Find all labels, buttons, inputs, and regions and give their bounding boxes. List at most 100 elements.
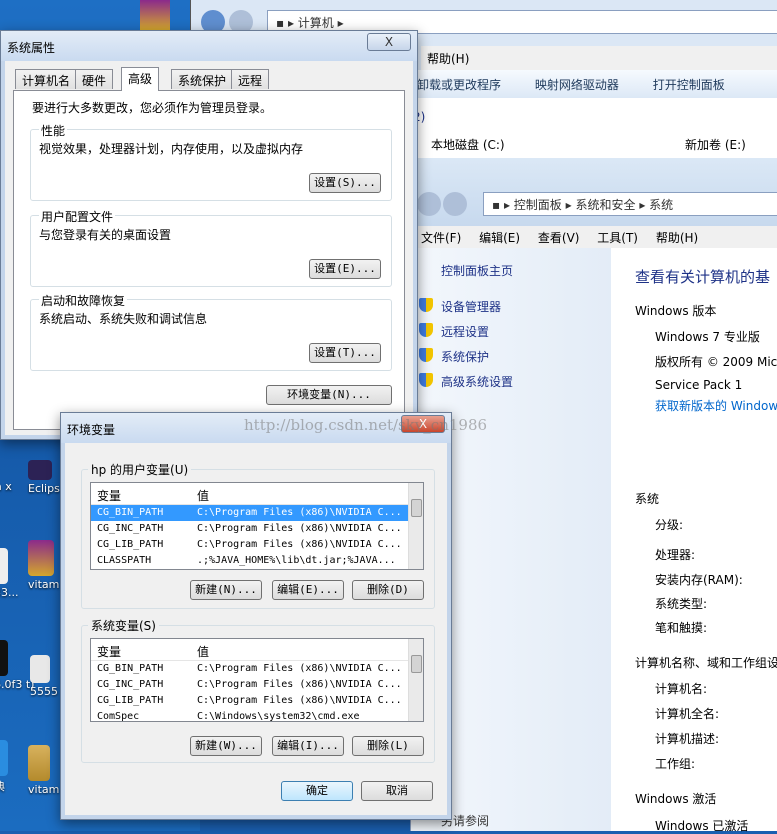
user-delete-button[interactable]: 删除(D) <box>352 580 424 600</box>
description-label: 计算机描述: <box>655 732 720 746</box>
performance-label: 性能 <box>39 122 68 139</box>
user-variables-group: hp 的用户变量(U) 变量 值 CG_BIN_PATH C:\Program F… <box>81 461 435 609</box>
shield-icon <box>419 298 433 312</box>
dialog-title: 系统属性 <box>7 41 56 55</box>
user-variables-list[interactable]: 变量 值 CG_BIN_PATH C:\Program Files (x86)\N… <box>90 482 424 570</box>
environment-variables-button[interactable]: 环境变量(N)... <box>266 385 392 405</box>
system-protection-link[interactable]: 系统保护 <box>441 348 489 365</box>
list-item[interactable]: CG_INC_PATH C:\Program Files (x86)\NVIDIA… <box>91 677 423 693</box>
list-item[interactable]: CG_INC_PATH C:\Program Files (x86)\NVIDIA… <box>91 521 423 537</box>
close-button[interactable]: X <box>367 33 411 51</box>
cp-menu-bar: 文件(F) 编辑(E) 查看(V) 工具(T) 帮助(H) <box>411 226 777 248</box>
menu-view[interactable]: 查看(V) <box>538 231 580 245</box>
environment-variables-dialog: 环境变量 X hp 的用户变量(U) 变量 值 CG_BIN_PATH C:\Pr… <box>60 412 452 820</box>
eclipse-icon <box>28 460 52 480</box>
activated-status: Windows 已激活 <box>655 819 749 833</box>
cp-navbar: ▪ ▸ 控制面板 ▸ 系统和安全 ▸ 系统 <box>411 158 777 226</box>
col-value[interactable]: 值 <box>197 487 209 504</box>
startup-settings-button[interactable]: 设置(T)... <box>309 343 381 363</box>
menu-tools[interactable]: 工具(T) <box>597 231 638 245</box>
tab-system-protection[interactable]: 系统保护 <box>171 69 234 89</box>
control-panel-icon: ▪ ▸ <box>492 198 514 212</box>
advanced-settings-link[interactable]: 高级系统设置 <box>441 373 513 390</box>
col-value[interactable]: 值 <box>197 643 209 660</box>
drive-c[interactable]: 本地磁盘 (C:) <box>431 136 505 153</box>
user-edit-button[interactable]: 编辑(E)... <box>272 580 344 600</box>
scrollbar[interactable] <box>408 483 423 569</box>
system-properties-dialog: 系统属性 X 计算机名 硬件 高级 系统保护 远程 要进行大多数更改，您必须作为… <box>0 30 418 440</box>
menu-edit[interactable]: 编辑(E) <box>479 231 520 245</box>
forward-icon[interactable] <box>443 192 467 216</box>
drive-e[interactable]: 新加卷 (E:) <box>685 136 746 153</box>
windows-edition-heading: Windows 版本 <box>635 304 717 318</box>
document-icon <box>30 655 50 683</box>
menu-help[interactable]: 帮助(H) <box>427 52 469 66</box>
dialog-title: 环境变量 <box>67 423 116 437</box>
menu-file[interactable]: 文件(F) <box>421 231 461 245</box>
list-item[interactable]: CG_BIN_PATH C:\Program Files (x86)\NVIDIA… <box>91 661 423 677</box>
menu-help[interactable]: 帮助(H) <box>656 231 698 245</box>
ram-label: 安装内存(RAM): <box>655 573 743 587</box>
desktop-icon-33[interactable]: 33... <box>0 548 54 599</box>
tab-hardware[interactable]: 硬件 <box>75 69 114 89</box>
shield-icon <box>419 348 433 362</box>
cp-address-bar[interactable]: ▪ ▸ 控制面板 ▸ 系统和安全 ▸ 系统 <box>483 192 777 216</box>
profile-desc: 与您登录有关的桌面设置 <box>39 228 172 242</box>
system-edit-button[interactable]: 编辑(I)... <box>272 736 344 756</box>
file-icon <box>0 548 8 584</box>
col-variable[interactable]: 变量 <box>97 643 121 660</box>
performance-settings-button[interactable]: 设置(S)... <box>309 173 381 193</box>
performance-group: 性能 视觉效果，处理器计划，内存使用，以及虚拟内存 设置(S)... <box>30 122 392 201</box>
unity-icon <box>0 640 8 676</box>
tab-computer-name[interactable]: 计算机名 <box>15 69 78 89</box>
list-item[interactable]: ComSpec C:\Windows\system32\cmd.exe <box>91 709 423 721</box>
user-new-button[interactable]: 新建(N)... <box>190 580 262 600</box>
tab-panel: 要进行大多数更改，您必须作为管理员登录。 性能 视觉效果，处理器计划，内存使用，… <box>13 90 405 430</box>
breadcrumb-control-panel[interactable]: 控制面板 <box>514 198 562 212</box>
processor-label: 处理器: <box>655 548 696 562</box>
profile-settings-button[interactable]: 设置(E)... <box>309 259 381 279</box>
performance-desc: 视觉效果，处理器计划，内存使用，以及虚拟内存 <box>39 142 304 156</box>
uninstall-button[interactable]: 卸载或更改程序 <box>417 78 501 92</box>
copyright-text: 版权所有 © 2009 Micr <box>655 355 777 369</box>
scrollbar[interactable] <box>408 639 423 721</box>
scrollbar-thumb[interactable] <box>411 655 422 673</box>
sys-props-titlebar[interactable]: 系统属性 <box>1 31 417 61</box>
startup-group: 启动和故障恢复 系统启动、系统失败和调试信息 设置(T)... <box>30 292 392 371</box>
explorer-content: 2) 本地磁盘 (C:) 新加卷 (E:) <box>411 98 777 160</box>
open-control-panel-button[interactable]: 打开控制面板 <box>653 78 725 92</box>
admin-note: 要进行大多数更改，您必须作为管理员登录。 <box>32 101 273 115</box>
tab-remote[interactable]: 远程 <box>231 69 270 89</box>
watermark: http://blog.csdn.net/sky_cn1986 <box>244 416 488 434</box>
remote-settings-link[interactable]: 远程设置 <box>441 323 489 340</box>
pen-touch-label: 笔和触摸: <box>655 621 708 635</box>
list-item[interactable]: CG_LIB_PATH C:\Program Files (x86)\NVIDIA… <box>91 537 423 553</box>
scrollbar-thumb[interactable] <box>411 499 422 517</box>
list-item[interactable]: CG_BIN_PATH C:\Program Files (x86)\NVIDIA… <box>91 505 423 521</box>
get-new-version-link[interactable]: 获取新版本的 Window <box>655 397 777 414</box>
list-item[interactable]: CLASSPATH .;%JAVA_HOME%\lib\dt.jar;%JAVA.… <box>91 553 423 569</box>
cancel-button[interactable]: 取消 <box>361 781 433 801</box>
user-variables-label: hp 的用户变量(U) <box>88 461 192 478</box>
folder-icon <box>28 745 50 781</box>
winrar-icon[interactable] <box>140 0 170 30</box>
system-new-button[interactable]: 新建(W)... <box>190 736 262 756</box>
cp-home-link[interactable]: 控制面板主页 <box>441 262 513 279</box>
back-icon[interactable] <box>417 192 441 216</box>
breadcrumb-security[interactable]: 系统和安全 <box>575 198 635 212</box>
list-header: 变量 值 <box>91 639 423 661</box>
list-item[interactable]: CG_LIB_PATH C:\Program Files (x86)\NVIDIA… <box>91 693 423 709</box>
map-drive-button[interactable]: 映射网络驱动器 <box>535 78 619 92</box>
device-manager-link[interactable]: 设备管理器 <box>441 298 501 315</box>
col-variable[interactable]: 变量 <box>97 487 121 504</box>
rating-label: 分级: <box>655 518 684 532</box>
tab-advanced[interactable]: 高级 <box>121 67 160 91</box>
list-header: 变量 值 <box>91 483 423 505</box>
system-variables-list[interactable]: 变量 值 CG_BIN_PATH C:\Program Files (x86)\N… <box>90 638 424 722</box>
page-title: 查看有关计算机的基 <box>635 268 771 286</box>
shield-icon <box>419 323 433 337</box>
breadcrumb-system[interactable]: 系统 <box>649 198 673 212</box>
ok-button[interactable]: 确定 <box>281 781 353 801</box>
startup-label: 启动和故障恢复 <box>39 292 128 309</box>
system-delete-button[interactable]: 删除(L) <box>352 736 424 756</box>
